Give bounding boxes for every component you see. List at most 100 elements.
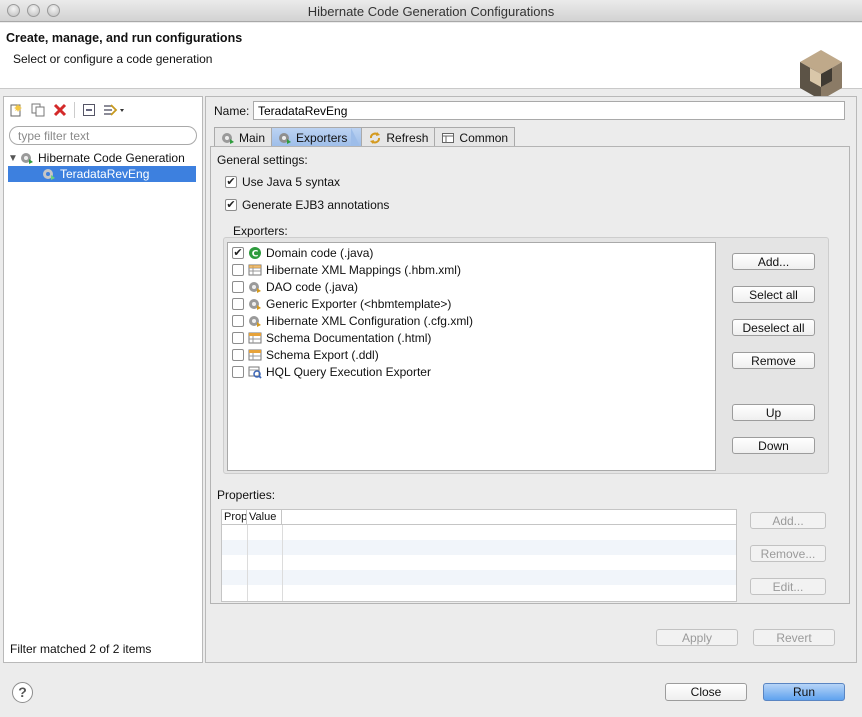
- name-label: Name:: [214, 104, 250, 118]
- tree-item-hibernate-code-generation[interactable]: ▼ Hibernate Code Generation: [8, 150, 185, 166]
- general-settings-label: General settings:: [217, 153, 308, 167]
- tab-main-label: Main: [239, 130, 266, 145]
- tree-child-label: TeradataRevEng: [60, 167, 150, 181]
- exporter-label: Schema Export (.ddl): [266, 348, 379, 362]
- hibernate-gear-icon: [249, 282, 261, 293]
- properties-label: Properties:: [217, 488, 276, 502]
- properties-table[interactable]: Prop Value: [221, 509, 737, 602]
- collapse-all-icon: [83, 104, 95, 116]
- exporter-label: HQL Query Execution Exporter: [266, 365, 431, 379]
- collapse-all-button[interactable]: [81, 102, 97, 118]
- exporter-checkbox[interactable]: [232, 332, 244, 344]
- help-button[interactable]: ?: [12, 682, 33, 703]
- exporter-item-cfg-xml[interactable]: Hibernate XML Configuration (.cfg.xml): [232, 313, 473, 329]
- new-launch-configuration-button[interactable]: [8, 102, 24, 118]
- exporters-tab-icon: [279, 132, 292, 144]
- delete-button[interactable]: [52, 102, 68, 118]
- table-row: [222, 570, 736, 585]
- hibernate-gear-icon: [249, 316, 261, 327]
- use-java5-checkbox[interactable]: [225, 176, 237, 188]
- value-column-header[interactable]: Value: [247, 510, 282, 525]
- use-java5-label: Use Java 5 syntax: [242, 175, 341, 189]
- tree-item-teradatareveng[interactable]: TeradataRevEng: [8, 166, 196, 182]
- filter-menu-button[interactable]: [103, 102, 127, 118]
- filter-input[interactable]: [9, 126, 197, 145]
- exporter-label: Schema Documentation (.html): [266, 331, 432, 345]
- exporter-item-schema-doc[interactable]: Schema Documentation (.html): [232, 330, 431, 346]
- remove-property-button[interactable]: Remove...: [750, 545, 826, 562]
- close-button[interactable]: Close: [665, 683, 747, 701]
- expand-arrow-icon[interactable]: ▼: [8, 153, 20, 164]
- header-title: Create, manage, and run configurations: [6, 31, 243, 45]
- exporter-item-schema-export[interactable]: Schema Export (.ddl): [232, 347, 379, 363]
- move-up-button[interactable]: Up: [732, 404, 815, 421]
- tab-slant-icon: [351, 127, 362, 148]
- column-divider: [247, 525, 248, 601]
- delete-icon: [53, 103, 67, 117]
- exporter-checkbox[interactable]: [232, 298, 244, 310]
- deselect-all-button[interactable]: Deselect all: [732, 319, 815, 336]
- edit-property-button[interactable]: Edit...: [750, 578, 826, 595]
- column-divider: [282, 525, 283, 601]
- table-row: [222, 540, 736, 555]
- add-exporter-button[interactable]: Add...: [732, 253, 815, 270]
- tab-exporters[interactable]: Exporters: [271, 127, 363, 148]
- exporter-label: Generic Exporter (<hbmtemplate>): [266, 297, 452, 311]
- left-toolbar: [8, 101, 127, 119]
- new-document-icon: [10, 104, 22, 117]
- select-all-button[interactable]: Select all: [732, 286, 815, 303]
- class-icon: C: [249, 247, 261, 260]
- name-input[interactable]: [253, 101, 845, 120]
- apply-button[interactable]: Apply: [656, 629, 738, 646]
- hibernate-gear-icon: [249, 299, 261, 310]
- tab-refresh[interactable]: Refresh: [361, 127, 436, 147]
- exporter-item-hql-query[interactable]: HQL Query Execution Exporter: [232, 364, 431, 380]
- exporter-label: Domain code (.java): [266, 246, 374, 260]
- exporter-item-hbm-xml[interactable]: Hibernate XML Mappings (.hbm.xml): [232, 262, 461, 278]
- title-bar: Hibernate Code Generation Configurations: [0, 0, 862, 22]
- exporter-checkbox[interactable]: [232, 349, 244, 361]
- configuration-list-pane: ▼ Hibernate Code Generation TeradataRevE…: [3, 96, 203, 663]
- properties-table-header: Prop Value: [222, 510, 736, 525]
- ejb3-checkbox[interactable]: [225, 199, 237, 211]
- dialog-window: Hibernate Code Generation Configurations…: [0, 0, 862, 717]
- prop-column-header[interactable]: Prop: [222, 510, 247, 525]
- tab-exporters-label: Exporters: [296, 130, 348, 145]
- main-tab-icon: [222, 132, 234, 144]
- revert-button[interactable]: Revert: [753, 629, 835, 646]
- ejb3-label: Generate EJB3 annotations: [242, 198, 390, 212]
- tab-common-label: Common: [459, 130, 509, 145]
- toolbar-separator: [74, 102, 75, 118]
- remove-exporter-button[interactable]: Remove: [732, 352, 815, 369]
- refresh-icon: [370, 131, 381, 144]
- exporter-item-domain-code[interactable]: C Domain code (.java): [232, 245, 373, 261]
- exporter-checkbox[interactable]: [232, 247, 244, 259]
- window-title: Hibernate Code Generation Configurations: [307, 4, 555, 19]
- exporters-tab-content: General settings: Use Java 5 syntax Gene…: [210, 146, 850, 604]
- header-subtitle: Select or configure a code generation: [13, 52, 213, 66]
- ejb3-checkbox-row[interactable]: Generate EJB3 annotations: [225, 198, 389, 212]
- schema-table-icon: [248, 332, 262, 344]
- filter-dropdown-icon: [104, 104, 124, 116]
- run-button[interactable]: Run: [763, 683, 845, 701]
- query-magnifier-icon: [248, 366, 262, 379]
- exporter-item-generic[interactable]: Generic Exporter (<hbmtemplate>): [232, 296, 451, 312]
- common-tab-icon: [442, 132, 455, 143]
- exporter-checkbox[interactable]: [232, 315, 244, 327]
- configuration-icon: [43, 169, 55, 180]
- exporter-checkbox[interactable]: [232, 264, 244, 276]
- duplicate-button[interactable]: [30, 102, 46, 118]
- mapping-table-icon: [248, 264, 262, 276]
- dialog-header: Create, manage, and run configurations S…: [0, 23, 862, 100]
- add-property-button[interactable]: Add...: [750, 512, 826, 529]
- hibernate-codegen-icon: [21, 153, 33, 164]
- filter-status-text: Filter matched 2 of 2 items: [10, 642, 152, 656]
- exporter-item-dao-code[interactable]: DAO code (.java): [232, 279, 358, 295]
- tab-main[interactable]: Main: [214, 127, 273, 147]
- use-java5-checkbox-row[interactable]: Use Java 5 syntax: [225, 175, 340, 189]
- exporter-checkbox[interactable]: [232, 366, 244, 378]
- move-down-button[interactable]: Down: [732, 437, 815, 454]
- config-tabs: Main Exporters Refresh Common: [214, 127, 516, 148]
- exporter-checkbox[interactable]: [232, 281, 244, 293]
- tab-common[interactable]: Common: [434, 127, 516, 147]
